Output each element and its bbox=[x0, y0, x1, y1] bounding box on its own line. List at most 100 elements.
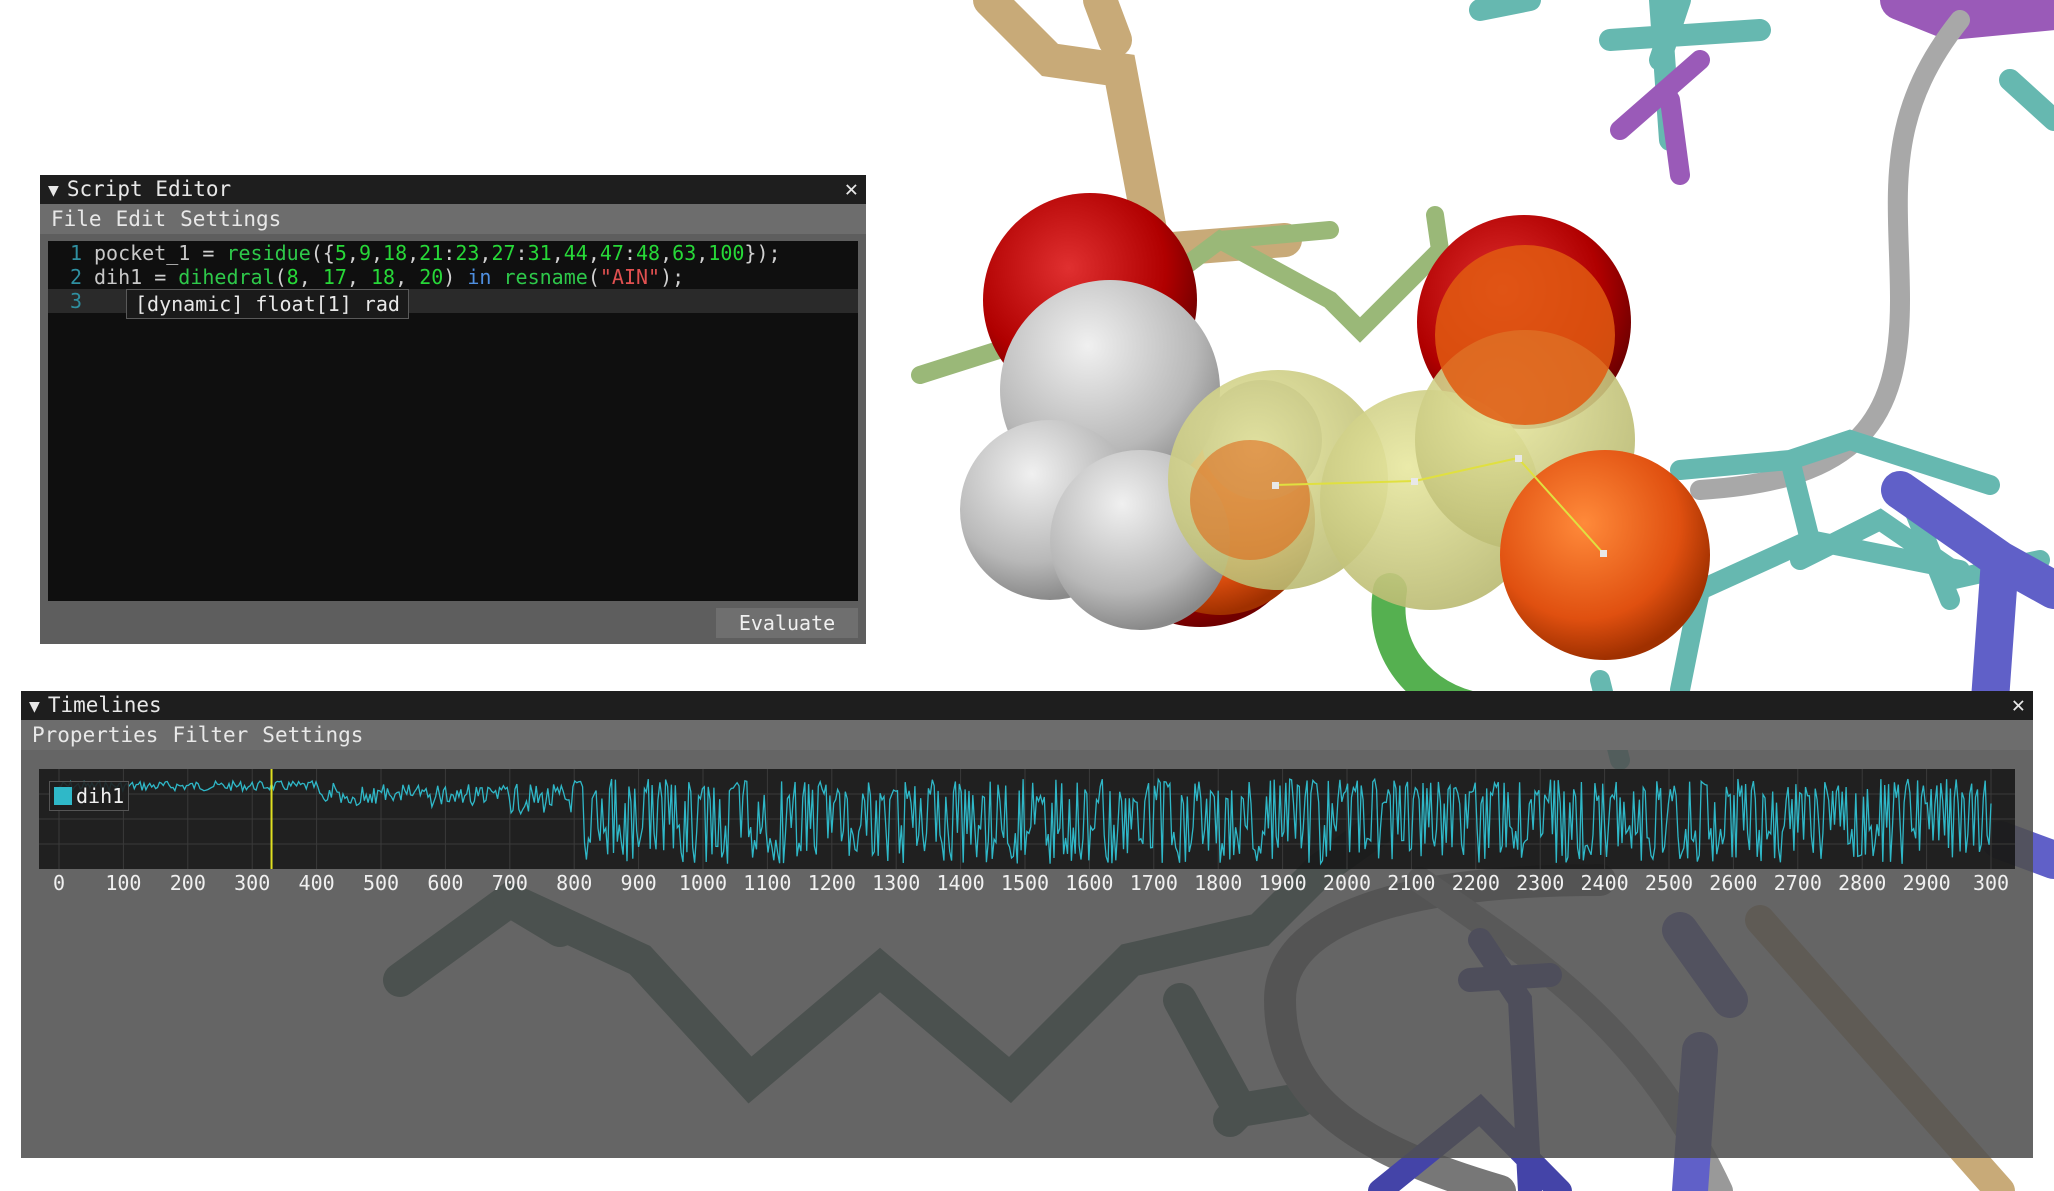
close-icon[interactable]: ✕ bbox=[845, 175, 858, 204]
code-token: dih1 bbox=[94, 265, 143, 289]
timelines-menubar: Properties Filter Settings bbox=[21, 720, 2033, 750]
x-tick-label: 2200 bbox=[1451, 871, 1500, 895]
code-token: 20 bbox=[419, 265, 444, 289]
menu-settings[interactable]: Settings bbox=[180, 207, 281, 231]
x-tick-label: 500 bbox=[362, 871, 400, 895]
code-token: 17 bbox=[322, 265, 347, 289]
code-token: ( bbox=[587, 265, 600, 289]
x-tick-label: 400 bbox=[298, 871, 335, 895]
x-axis-labels: 0 100 200 300 400 500 600 700 800 900 1000 1100 1200… bbox=[21, 871, 2033, 899]
line-number: 1 bbox=[69, 241, 82, 265]
x-tick-label: 900 bbox=[620, 871, 657, 895]
script-editor-titlebar[interactable]: ▼ Script Editor ✕ bbox=[40, 175, 866, 204]
code-token: ) bbox=[443, 265, 468, 289]
menu-properties[interactable]: Properties bbox=[32, 723, 158, 747]
code-token: , bbox=[346, 265, 371, 289]
x-tick-label: 1300 bbox=[872, 871, 921, 895]
x-tick-label: 2500 bbox=[1644, 871, 1694, 895]
line-number: 3 bbox=[69, 289, 82, 313]
menu-filter[interactable]: Filter bbox=[172, 723, 248, 747]
x-tick-label: 0 bbox=[52, 871, 66, 895]
code-token: , bbox=[551, 241, 564, 265]
collapse-triangle-icon[interactable]: ▼ bbox=[29, 692, 40, 721]
x-tick-label: 1400 bbox=[936, 871, 985, 895]
x-tick-label: 2000 bbox=[1322, 871, 1372, 895]
close-icon[interactable]: ✕ bbox=[2012, 691, 2025, 720]
x-tick-label: 2800 bbox=[1838, 871, 1887, 895]
x-tick-label: 2600 bbox=[1709, 871, 1758, 895]
code-token: 63 bbox=[672, 241, 697, 265]
code-token: 48 bbox=[636, 241, 661, 265]
plot-legend[interactable]: dih1 bbox=[49, 781, 130, 811]
x-tick-label: 1000 bbox=[678, 871, 728, 895]
timeline-plot-svg[interactable] bbox=[39, 769, 2015, 869]
code-token: , bbox=[696, 241, 709, 265]
code-token: ({ bbox=[310, 241, 335, 265]
code-token: = bbox=[190, 241, 227, 265]
x-tick-label: 2300 bbox=[1516, 871, 1565, 895]
code-token: : bbox=[623, 241, 637, 265]
code-token: , bbox=[370, 241, 384, 265]
menu-file[interactable]: File bbox=[51, 207, 102, 231]
code-token: , bbox=[587, 241, 600, 265]
timeline-plot[interactable] bbox=[39, 769, 2015, 869]
code-token: , bbox=[298, 265, 323, 289]
code-token: 100 bbox=[708, 241, 745, 265]
code-token: , bbox=[346, 241, 359, 265]
code-token: 9 bbox=[358, 241, 371, 265]
code-token: residue bbox=[226, 241, 311, 265]
code-line[interactable]: 2 dih1 = dihedral(8, 17, 18, 20) in resna… bbox=[48, 265, 858, 289]
x-tick-label: 2100 bbox=[1387, 871, 1436, 895]
x-tick-label: 100 bbox=[105, 871, 142, 895]
legend-swatch bbox=[54, 787, 72, 805]
code-token: pocket_1 bbox=[94, 241, 191, 265]
timelines-window: ▼ Timelines ✕ Properties Filter Settings di… bbox=[21, 691, 2033, 1158]
menu-settings[interactable]: Settings bbox=[262, 723, 363, 747]
code-token: , bbox=[407, 241, 420, 265]
code-token: in bbox=[467, 265, 492, 289]
code-token: 5 bbox=[334, 241, 347, 265]
code-token: dihedral bbox=[178, 265, 275, 289]
x-tick-label: 1600 bbox=[1065, 871, 1114, 895]
x-tick-label: 1500 bbox=[1000, 871, 1050, 895]
code-token: ( bbox=[274, 265, 287, 289]
code-token: 8 bbox=[286, 265, 299, 289]
line-number: 2 bbox=[69, 265, 82, 289]
hover-tooltip: [dynamic] float[1] rad bbox=[126, 289, 409, 319]
code-token: , bbox=[395, 265, 420, 289]
window-title: Timelines bbox=[47, 693, 162, 717]
code-token: resname bbox=[503, 265, 588, 289]
x-tick-label: 1200 bbox=[807, 871, 856, 895]
code-token: }); bbox=[744, 241, 781, 265]
code-token: 47 bbox=[599, 241, 624, 265]
collapse-triangle-icon[interactable]: ▼ bbox=[48, 176, 59, 205]
code-token: : bbox=[443, 241, 456, 265]
code-token: : bbox=[515, 241, 528, 265]
code-token: 27 bbox=[491, 241, 516, 265]
x-tick-label: 700 bbox=[491, 871, 528, 895]
molecule-spheres bbox=[960, 193, 1710, 660]
code-token: "AIN" bbox=[599, 265, 661, 289]
script-editor-window: ▼ Script Editor ✕ File Edit Settings 1 pocke… bbox=[40, 175, 866, 644]
x-tick-label: 1100 bbox=[743, 871, 792, 895]
timelines-titlebar[interactable]: ▼ Timelines ✕ bbox=[21, 691, 2033, 720]
code-token: 21 bbox=[419, 241, 444, 265]
code-token: 23 bbox=[455, 241, 480, 265]
code-token: = bbox=[142, 265, 179, 289]
code-line[interactable]: 1 pocket_1 = residue({5,9,18,21:23,27:31,… bbox=[48, 241, 858, 265]
code-token: , bbox=[660, 241, 673, 265]
x-tick-label: 1900 bbox=[1258, 871, 1307, 895]
code-token: , bbox=[479, 241, 492, 265]
code-token: 31 bbox=[527, 241, 552, 265]
code-token: 18 bbox=[371, 265, 396, 289]
code-token: 18 bbox=[383, 241, 408, 265]
x-tick-label: 200 bbox=[169, 871, 206, 895]
x-tick-label: 300 bbox=[1972, 871, 2010, 895]
menu-edit[interactable]: Edit bbox=[116, 207, 167, 231]
window-title: Script Editor bbox=[66, 177, 232, 201]
code-token: 44 bbox=[563, 241, 588, 265]
x-tick-label: 1800 bbox=[1194, 871, 1243, 895]
x-tick-label: 800 bbox=[556, 871, 593, 895]
evaluate-button[interactable]: Evaluate bbox=[716, 608, 858, 638]
